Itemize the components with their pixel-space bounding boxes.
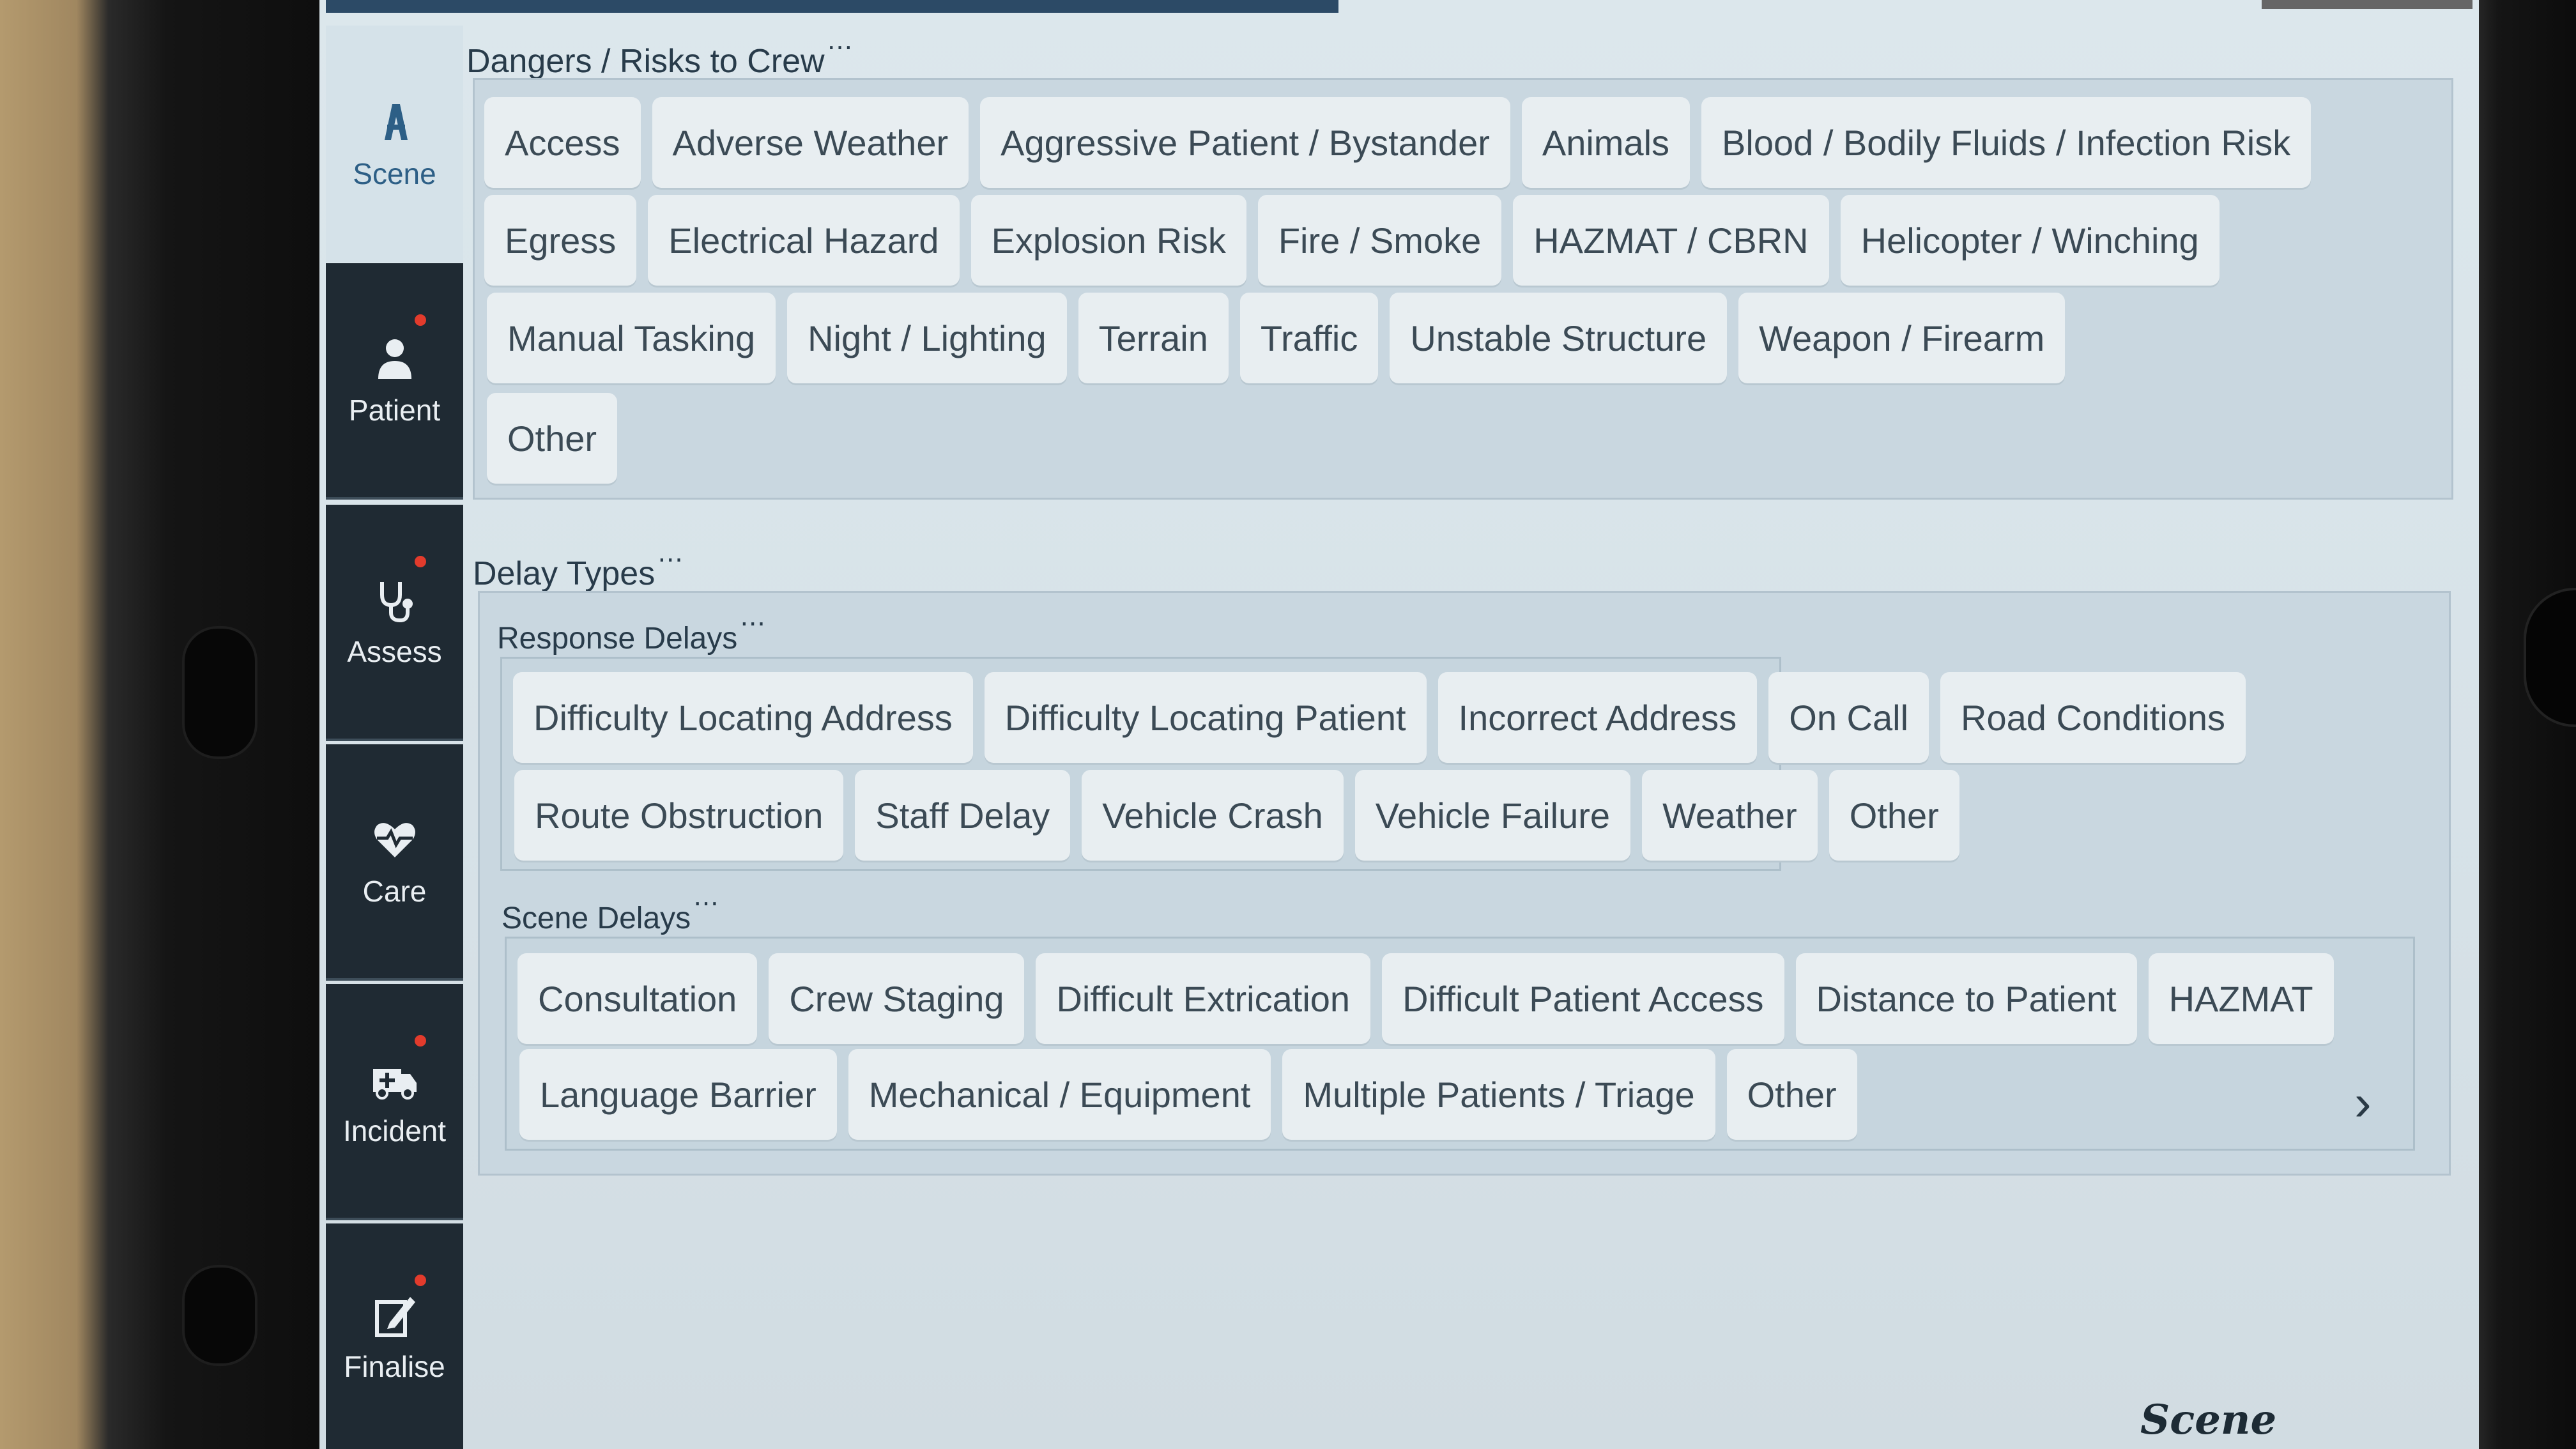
patient-icon [378, 339, 411, 379]
sidebar-item-scene[interactable]: Scene [326, 26, 463, 262]
chip-option[interactable]: Language Barrier [519, 1049, 837, 1140]
chip-option[interactable]: Traffic [1239, 293, 1379, 383]
more-icon[interactable]: ⋯ [693, 889, 719, 917]
sidebar-item-label: Scene [353, 157, 436, 190]
chip-option[interactable]: Road Conditions [1940, 672, 2246, 763]
alert-dot [415, 556, 426, 567]
chip-option[interactable]: Weapon / Firearm [1738, 293, 2066, 383]
dangers-row: Egress Electrical Hazard Explosion Risk … [484, 195, 2220, 286]
chip-option[interactable]: Access [484, 97, 641, 188]
sidebar-item-patient[interactable]: Patient [326, 263, 463, 500]
alert-dot [415, 1035, 426, 1046]
chip-option[interactable]: Consultation [518, 953, 758, 1044]
chip-option[interactable]: Difficult Extrication [1036, 953, 1371, 1044]
chip-option[interactable]: Adverse Weather [652, 97, 969, 188]
section-title-text: Response Delays [497, 622, 738, 656]
top-status-bar-right [2262, 0, 2472, 9]
dangers-row: Other [487, 393, 618, 484]
section-title-scene-delays: Scene Delays ⋯ [502, 889, 719, 936]
scene-delays-row: Language Barrier Mechanical / Equipment … [519, 1049, 1857, 1140]
chip-option[interactable]: Difficulty Locating Address [513, 672, 973, 763]
chip-option[interactable]: Difficulty Locating Patient [984, 672, 1427, 763]
dangers-row: Manual Tasking Night / Lighting Terrain … [487, 293, 2066, 383]
section-title-delay-types: Delay Types ⋯ [473, 546, 683, 593]
sidebar-item-label: Assess [347, 635, 442, 668]
bezel-hole [182, 626, 257, 759]
scene-icon [384, 104, 408, 140]
sidebar-item-label: Finalise [344, 1349, 445, 1383]
chip-option[interactable]: Staff Delay [855, 770, 1071, 861]
chip-option[interactable]: Incorrect Address [1438, 672, 1758, 763]
section-title-dangers: Dangers / Risks to Crew ⋯ [466, 33, 853, 80]
chip-option[interactable]: Blood / Bodily Fluids / Infection Risk [1701, 97, 2312, 188]
chip-option[interactable]: HAZMAT [2148, 953, 2334, 1044]
chip-option[interactable]: Other [1828, 770, 1959, 861]
chip-option[interactable]: Mechanical / Equipment [848, 1049, 1271, 1140]
alert-dot [415, 314, 426, 326]
chip-option[interactable]: Egress [484, 195, 637, 286]
chip-option[interactable]: Explosion Risk [970, 195, 1246, 286]
chip-option[interactable]: Vehicle Crash [1082, 770, 1344, 861]
alert-dot [415, 1275, 426, 1286]
chip-option[interactable]: Fire / Smoke [1257, 195, 1502, 286]
sidebar-item-assess[interactable]: Assess [326, 505, 463, 741]
top-status-bar [326, 0, 1338, 13]
section-title-text: Dangers / Risks to Crew [466, 43, 825, 80]
chip-option[interactable]: Vehicle Failure [1354, 770, 1631, 861]
chip-option[interactable]: On Call [1768, 672, 1929, 763]
sidebar-item-label: Patient [348, 394, 441, 427]
chip-option[interactable]: Other [1726, 1049, 1857, 1140]
more-icon[interactable]: ⋯ [657, 546, 683, 574]
chevron-right-icon[interactable]: › [2354, 1073, 2372, 1132]
chip-option[interactable]: Animals [1521, 97, 1690, 188]
chip-option[interactable]: Route Obstruction [514, 770, 844, 861]
chip-option[interactable]: Other [487, 393, 618, 484]
chip-option[interactable]: Electrical Hazard [648, 195, 960, 286]
heart-icon [374, 823, 415, 857]
sidebar-item-incident[interactable]: Incident [326, 984, 463, 1220]
section-title-text: Delay Types [473, 555, 656, 592]
stethoscope-icon [379, 582, 413, 623]
chip-option[interactable]: Multiple Patients / Triage [1282, 1049, 1715, 1140]
chip-option[interactable]: Aggressive Patient / Bystander [980, 97, 1510, 188]
section-title-text: Scene Delays [502, 901, 691, 935]
edit-icon [374, 1296, 415, 1337]
sidebar-item-label: Incident [342, 1114, 447, 1147]
chip-option[interactable]: Helicopter / Winching [1840, 195, 2220, 286]
dangers-row: Access Adverse Weather Aggressive Patien… [484, 97, 2312, 188]
response-delays-row: Route Obstruction Staff Delay Vehicle Cr… [514, 770, 1959, 861]
chip-option[interactable]: HAZMAT / CBRN [1513, 195, 1829, 286]
sidebar-item-care[interactable]: Care [326, 744, 463, 981]
more-icon[interactable]: ⋯ [827, 33, 853, 61]
chip-option[interactable]: Manual Tasking [487, 293, 776, 383]
sidebar-item-finalise[interactable]: Finalise [326, 1223, 463, 1449]
section-title-response-delays: Response Delays ⋯ [497, 610, 765, 656]
chip-option[interactable]: Terrain [1078, 293, 1229, 383]
chip-option[interactable]: Unstable Structure [1390, 293, 1728, 383]
chip-option[interactable]: Night / Lighting [787, 293, 1067, 383]
ambulance-icon [372, 1069, 417, 1100]
footer-scene-label: Scene [2140, 1396, 2277, 1444]
chip-option[interactable]: Crew Staging [769, 953, 1025, 1044]
chip-option[interactable]: Distance to Patient [1795, 953, 2137, 1044]
bezel-hole [182, 1265, 257, 1366]
sidebar: Scene Patient Assess Care Incident Final… [326, 0, 463, 1449]
chip-option[interactable]: Weather [1642, 770, 1818, 861]
response-delays-row: Difficulty Locating Address Difficulty L… [513, 672, 2246, 763]
sidebar-item-label: Care [362, 875, 427, 908]
scene-delays-row: Consultation Crew Staging Difficult Extr… [518, 953, 2334, 1044]
chip-option[interactable]: Difficult Patient Access [1382, 953, 1784, 1044]
device-bezel-left [0, 0, 345, 1449]
more-icon[interactable]: ⋯ [740, 610, 765, 638]
